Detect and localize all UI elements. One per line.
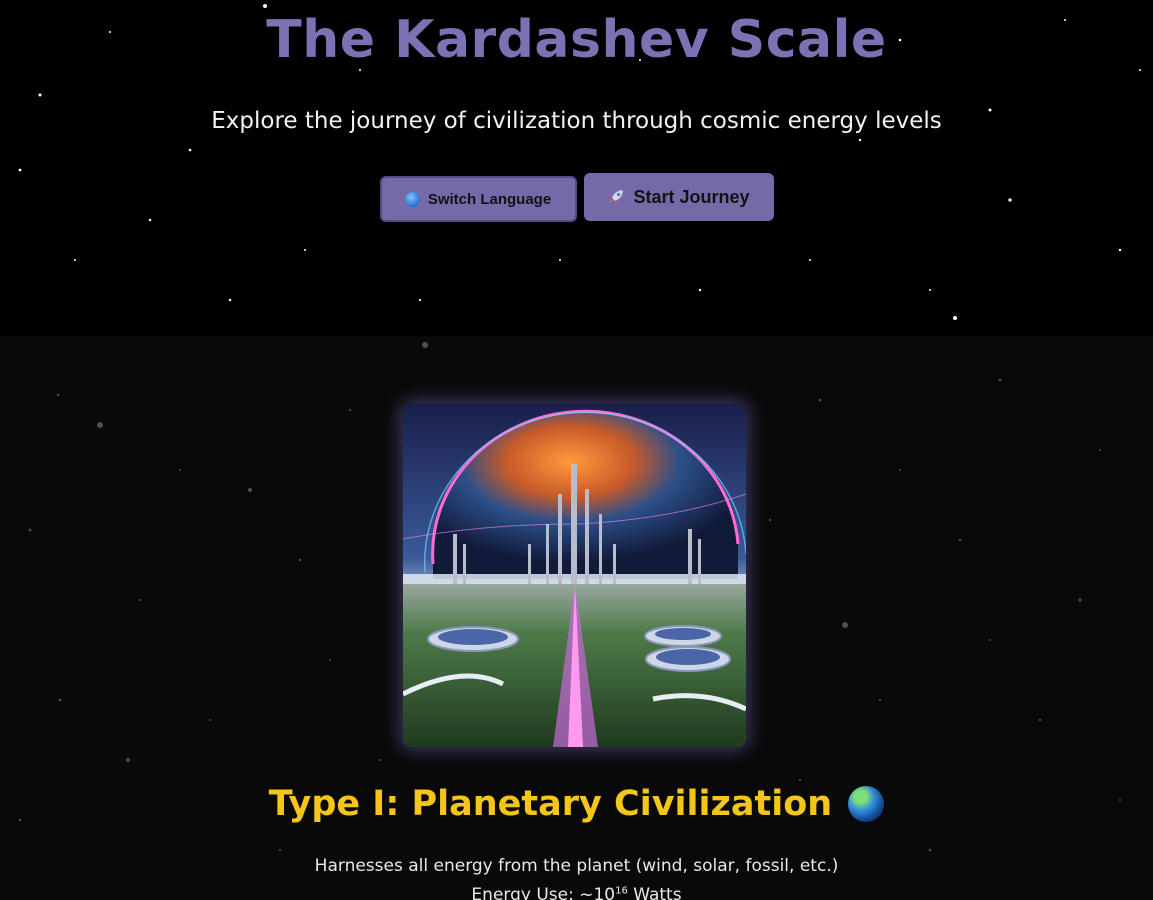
rocket-icon bbox=[607, 188, 625, 206]
page-title: The Kardashev Scale bbox=[266, 10, 887, 70]
planetary-civilization-image bbox=[403, 404, 746, 747]
energy-use-suffix: Watts bbox=[627, 885, 682, 900]
earth-icon bbox=[848, 786, 885, 822]
energy-use-prefix: Energy Use: ~10 bbox=[471, 885, 616, 900]
page-subtitle: Explore the journey of civilization thro… bbox=[211, 108, 942, 134]
switch-language-label: Switch Language bbox=[427, 190, 552, 208]
hero-button-group: Switch Language Start Journey bbox=[0, 173, 1153, 222]
energy-use-exponent: 16 bbox=[615, 885, 628, 897]
section-title: Type I: Planetary Civilization bbox=[0, 784, 1153, 824]
start-journey-label: Start Journey bbox=[633, 186, 750, 207]
section-title-text: Type I: Planetary Civilization bbox=[268, 784, 833, 824]
switch-language-button[interactable]: Switch Language bbox=[379, 176, 577, 222]
globe-icon bbox=[404, 191, 420, 207]
type-one-section: Type I: Planetary Civilization Harnesses… bbox=[0, 336, 1153, 900]
energy-use-text: Energy Use: ~1016 Watts bbox=[0, 885, 1153, 900]
start-journey-button[interactable]: Start Journey bbox=[583, 173, 774, 221]
hero-section: The Kardashev Scale Explore the journey … bbox=[0, 0, 1153, 336]
section-description: Harnesses all energy from the planet (wi… bbox=[314, 856, 839, 876]
